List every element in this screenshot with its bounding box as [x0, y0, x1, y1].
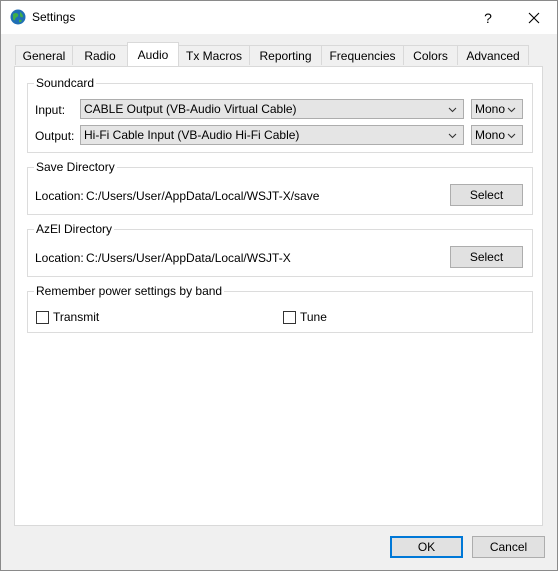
tune-checkbox[interactable] — [283, 311, 296, 324]
chevron-down-icon — [448, 133, 457, 139]
output-channel-select[interactable]: Mono — [471, 125, 523, 145]
save-location-label: Location: — [35, 189, 84, 203]
soundcard-group: Soundcard Input: CABLE Output (VB-Audio … — [27, 76, 533, 153]
azel-select-button[interactable]: Select — [450, 246, 523, 268]
settings-dialog: Settings ? General Radio Audio Tx Macros… — [0, 0, 558, 571]
input-device-value: CABLE Output (VB-Audio Virtual Cable) — [84, 102, 297, 116]
tune-label: Tune — [300, 310, 327, 324]
save-location-value: C:/Users/User/AppData/Local/WSJT-X/save — [86, 189, 320, 203]
tab-advanced[interactable]: Advanced — [457, 45, 529, 65]
transmit-label: Transmit — [53, 310, 100, 324]
tab-reporting[interactable]: Reporting — [249, 45, 322, 65]
chevron-down-icon — [448, 107, 457, 113]
transmit-checkbox[interactable] — [36, 311, 49, 324]
output-channel-value: Mono — [475, 128, 506, 142]
output-device-select[interactable]: Hi-Fi Cable Input (VB-Audio Hi-Fi Cable) — [80, 125, 464, 145]
cancel-button[interactable]: Cancel — [472, 536, 545, 558]
close-icon — [528, 12, 540, 23]
output-label: Output: — [35, 129, 75, 143]
chevron-down-icon — [507, 107, 516, 113]
tab-colors[interactable]: Colors — [403, 45, 458, 65]
globe-icon — [10, 9, 26, 25]
audio-tab-panel: Soundcard Input: CABLE Output (VB-Audio … — [14, 66, 543, 526]
save-directory-title: Save Directory — [34, 160, 117, 174]
input-device-select[interactable]: CABLE Output (VB-Audio Virtual Cable) — [80, 99, 464, 119]
output-device-value: Hi-Fi Cable Input (VB-Audio Hi-Fi Cable) — [84, 128, 300, 142]
title-bar: Settings ? — [1, 1, 557, 34]
save-directory-group: Save Directory Location: C:/Users/User/A… — [27, 160, 533, 215]
window-title: Settings — [32, 10, 76, 24]
tab-general[interactable]: General — [15, 45, 73, 65]
azel-directory-title: AzEl Directory — [34, 222, 115, 236]
input-label: Input: — [35, 103, 66, 117]
azel-location-value: C:/Users/User/AppData/Local/WSJT-X — [86, 251, 291, 265]
save-select-button[interactable]: Select — [450, 184, 523, 206]
chevron-down-icon — [507, 133, 516, 139]
input-channel-select[interactable]: Mono — [471, 99, 523, 119]
input-channel-value: Mono — [475, 102, 506, 116]
power-settings-title: Remember power settings by band — [34, 284, 225, 298]
tab-tx-macros[interactable]: Tx Macros — [178, 45, 250, 65]
tab-radio[interactable]: Radio — [72, 45, 128, 65]
power-settings-group: Remember power settings by band Transmit… — [27, 284, 533, 333]
tab-frequencies[interactable]: Frequencies — [321, 45, 404, 65]
soundcard-title: Soundcard — [34, 76, 97, 90]
azel-directory-group: AzEl Directory Location: C:/Users/User/A… — [27, 222, 533, 277]
tab-audio[interactable]: Audio — [127, 42, 179, 66]
close-button[interactable] — [511, 1, 557, 34]
ok-button[interactable]: OK — [390, 536, 463, 558]
azel-location-label: Location: — [35, 251, 84, 265]
help-button[interactable]: ? — [465, 1, 511, 34]
